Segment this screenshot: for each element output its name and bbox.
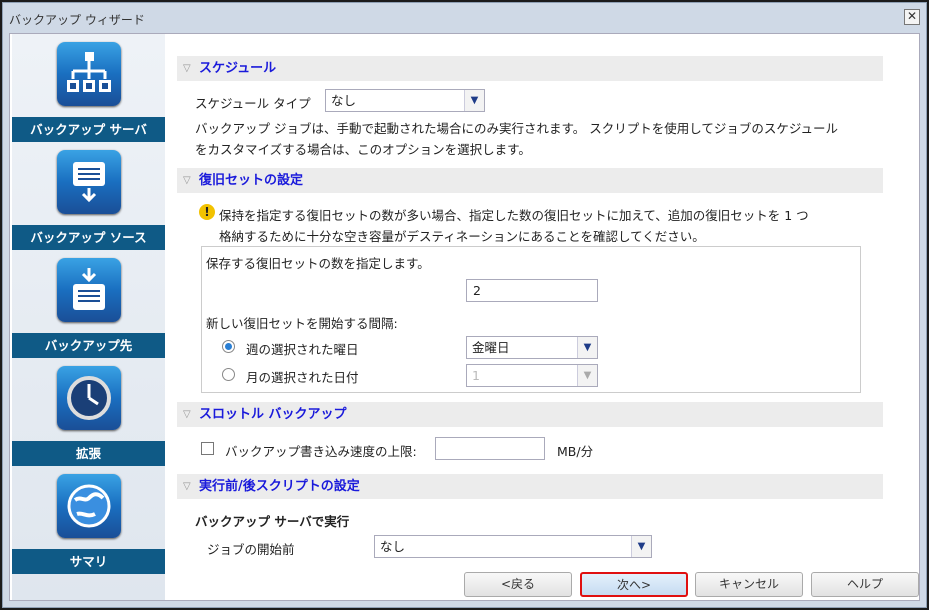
interval-label: 新しい復旧セットを開始する間隔:: [206, 316, 398, 331]
drive-destination-icon: [57, 258, 121, 322]
sidebar-item-label: バックアップ先: [12, 333, 165, 358]
before-job-select[interactable]: なし ▼: [374, 535, 652, 558]
selected-value: なし: [380, 539, 406, 554]
collapse-icon: ▽: [183, 409, 191, 420]
section-title: スロットル バックアップ: [199, 407, 347, 422]
back-button[interactable]: <戻る: [464, 572, 572, 597]
section-scripts-header[interactable]: ▽ 実行前/後スクリプトの設定: [177, 474, 883, 499]
window-title: バックアップ ウィザード: [9, 13, 145, 27]
warning-text: 保持を指定する復旧セットの数が多い場合、指定した数の復旧セットに加えて、追加の復…: [219, 208, 809, 223]
help-button[interactable]: ヘルプ: [811, 572, 919, 597]
weekday-radio[interactable]: [222, 340, 235, 353]
wizard-body: バックアップ サーバ バックアップ ソース バックアップ先 拡張 サマリ ▽ スケ…: [9, 33, 920, 601]
section-title: 復旧セットの設定: [199, 173, 304, 188]
sidebar-item-advanced[interactable]: 拡張: [12, 360, 165, 466]
before-job-label: ジョブの開始前: [207, 542, 295, 557]
schedule-description: バックアップ ジョブは、手動で起動された場合にのみ実行されます。 スクリプトを使…: [195, 121, 838, 136]
chevron-down-icon: ▼: [631, 536, 651, 557]
cancel-button[interactable]: キャンセル: [695, 572, 803, 597]
schedule-description-2: をカスタマイズする場合は、このオプションを選択します。: [195, 142, 531, 157]
section-title: 実行前/後スクリプトの設定: [199, 479, 360, 494]
recovery-count-input[interactable]: 2: [466, 279, 598, 302]
globe-icon: [57, 474, 121, 538]
throttle-checkbox[interactable]: [201, 442, 214, 455]
sidebar-item-label: 拡張: [12, 441, 165, 466]
recovery-settings-box: 保存する復旧セットの数を指定します。 2 新しい復旧セットを開始する間隔: 週の…: [201, 246, 861, 393]
sidebar-item-backup-server[interactable]: バックアップ サーバ: [12, 36, 165, 142]
selected-value: なし: [331, 93, 357, 108]
selected-value: 金曜日: [472, 340, 510, 355]
monthday-radio[interactable]: [222, 368, 235, 381]
throttle-label: バックアップ書き込み速度の上限:: [225, 444, 417, 459]
sidebar-item-summary[interactable]: サマリ: [12, 468, 165, 574]
collapse-icon: ▽: [183, 175, 191, 186]
section-throttle-header[interactable]: ▽ スロットル バックアップ: [177, 402, 883, 427]
sidebar-item-label: サマリ: [12, 549, 165, 574]
sidebar-item-label: バックアップ ソース: [12, 225, 165, 250]
sidebar-item-label: バックアップ サーバ: [12, 117, 165, 142]
collapse-icon: ▽: [183, 63, 191, 74]
sidebar-item-backup-destination[interactable]: バックアップ先: [12, 252, 165, 358]
section-schedule-header[interactable]: ▽ スケジュール: [177, 56, 883, 81]
scripts-subheading: バックアップ サーバで実行: [195, 514, 350, 529]
collapse-icon: ▽: [183, 481, 191, 492]
clock-icon: [57, 366, 121, 430]
chevron-down-icon: ▼: [464, 90, 484, 111]
sidebar-item-backup-source[interactable]: バックアップ ソース: [12, 144, 165, 250]
warning-icon: !: [199, 204, 215, 220]
backup-wizard-window: バックアップ ウィザード ✕ バックアップ サーバ バックアップ ソース バック…: [2, 2, 927, 608]
schedule-type-label: スケジュール タイプ: [195, 96, 311, 111]
warning-text-2: 格納するために十分な空き容量がデスティネーションにあることを確認してください。: [219, 229, 705, 244]
monthday-label: 月の選択された日付: [246, 370, 359, 385]
throttle-unit: MB/分: [557, 444, 594, 459]
selected-value: 1: [472, 368, 480, 383]
next-button[interactable]: 次へ>: [580, 572, 688, 597]
chevron-down-icon: ▼: [577, 337, 597, 358]
section-recovery-header[interactable]: ▽ 復旧セットの設定: [177, 168, 883, 193]
chevron-down-icon: ▼: [577, 365, 597, 386]
count-label: 保存する復旧セットの数を指定します。: [206, 256, 430, 271]
throttle-input[interactable]: [435, 437, 545, 460]
monthday-select[interactable]: 1 ▼: [466, 364, 598, 387]
server-tree-icon: [57, 42, 121, 106]
section-title: スケジュール: [199, 61, 277, 76]
sidebar: バックアップ サーバ バックアップ ソース バックアップ先 拡張 サマリ: [12, 34, 165, 600]
weekday-select[interactable]: 金曜日 ▼: [466, 336, 598, 359]
weekday-label: 週の選択された曜日: [246, 342, 359, 357]
schedule-type-select[interactable]: なし ▼: [325, 89, 485, 112]
drive-source-icon: [57, 150, 121, 214]
close-button[interactable]: ✕: [904, 9, 920, 25]
